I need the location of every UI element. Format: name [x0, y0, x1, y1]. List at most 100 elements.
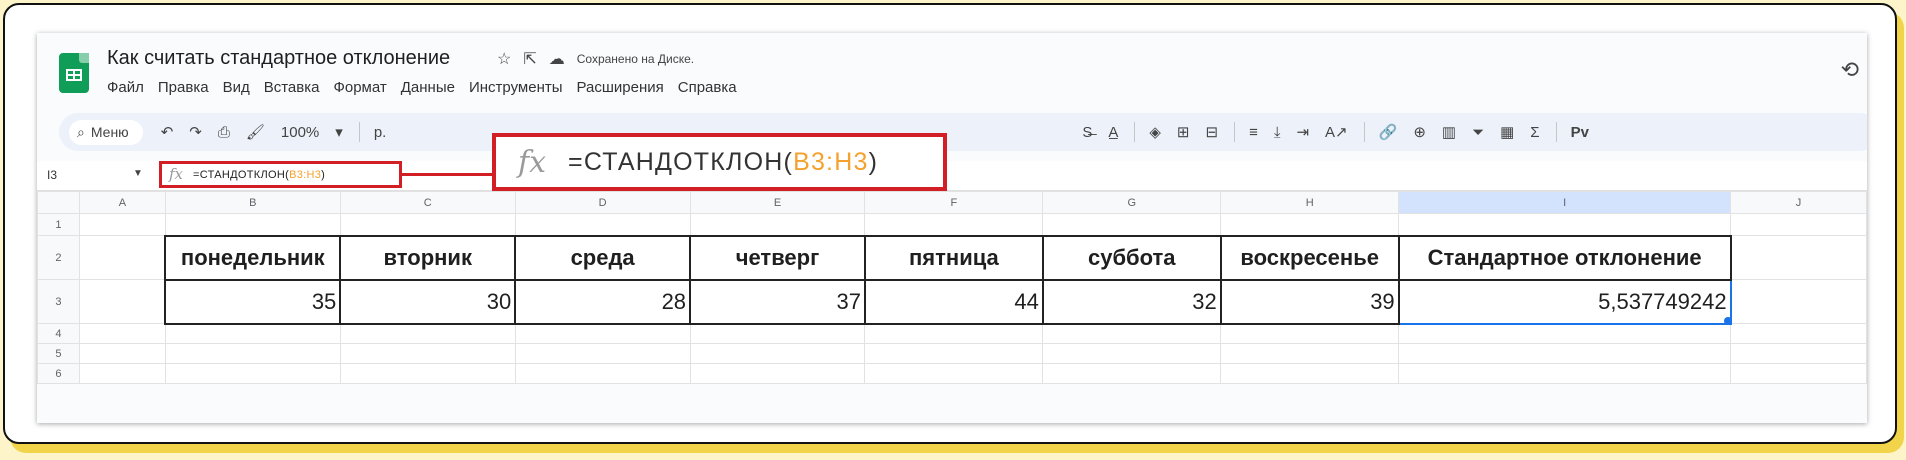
column-header[interactable]: A: [78, 191, 166, 214]
cell[interactable]: [1220, 323, 1400, 344]
row-header[interactable]: 5: [37, 343, 80, 364]
undo-icon[interactable]: ↶: [161, 123, 174, 141]
cell[interactable]: [689, 363, 866, 384]
column-header[interactable]: F: [864, 191, 1044, 214]
cell[interactable]: [864, 213, 1044, 236]
cell[interactable]: [164, 363, 341, 384]
column-header[interactable]: H: [1220, 191, 1400, 214]
cell[interactable]: [1398, 363, 1732, 384]
cell[interactable]: [1398, 213, 1732, 236]
menu-data[interactable]: Данные: [401, 79, 455, 96]
cell[interactable]: [514, 213, 691, 236]
row-header[interactable]: 6: [37, 363, 80, 384]
cell[interactable]: [78, 213, 166, 236]
header-cell-stdev[interactable]: Стандартное отклонение: [1397, 234, 1732, 281]
column-header[interactable]: C: [339, 191, 516, 214]
cell[interactable]: [1042, 213, 1222, 236]
column-header[interactable]: G: [1042, 191, 1222, 214]
cell[interactable]: [339, 363, 516, 384]
chevron-down-icon[interactable]: ▾: [335, 123, 343, 141]
cell[interactable]: [339, 323, 516, 344]
header-cell-wednesday[interactable]: среда: [514, 234, 692, 281]
borders-icon[interactable]: ⊞: [1177, 123, 1190, 141]
cell[interactable]: [1730, 213, 1867, 236]
value-cell-monday[interactable]: 35: [164, 278, 342, 325]
cell[interactable]: [1042, 343, 1222, 364]
text-rotation-icon[interactable]: A↗: [1325, 123, 1348, 141]
cell[interactable]: [1730, 235, 1867, 280]
column-header[interactable]: D: [514, 191, 691, 214]
header-cell-thursday[interactable]: четверг: [689, 234, 866, 281]
filter-icon[interactable]: ⏷: [1472, 124, 1484, 141]
filter-views-icon[interactable]: ▦: [1500, 123, 1514, 141]
star-icon[interactable]: ☆: [497, 49, 511, 69]
name-box[interactable]: I3: [47, 168, 57, 182]
cell[interactable]: [514, 323, 691, 344]
cell[interactable]: [78, 235, 166, 280]
column-header[interactable]: E: [689, 191, 866, 214]
cell[interactable]: [1730, 363, 1867, 384]
cell[interactable]: [78, 279, 166, 324]
value-cell-saturday[interactable]: 32: [1041, 278, 1222, 325]
column-header[interactable]: B: [164, 191, 341, 214]
cell[interactable]: [689, 323, 866, 344]
value-cell-tuesday[interactable]: 30: [339, 278, 517, 325]
active-cell-stdev[interactable]: 5,537749242: [1397, 278, 1732, 325]
cell[interactable]: [339, 343, 516, 364]
value-cell-sunday[interactable]: 39: [1219, 278, 1400, 325]
header-cell-saturday[interactable]: суббота: [1041, 234, 1222, 281]
cell[interactable]: [1220, 213, 1400, 236]
fill-color-icon[interactable]: ◈: [1149, 123, 1161, 141]
document-title[interactable]: Как считать стандартное отклонение: [107, 47, 450, 70]
cell[interactable]: [1398, 343, 1732, 364]
cell[interactable]: [864, 323, 1044, 344]
header-cell-monday[interactable]: понедельник: [164, 234, 342, 281]
cell[interactable]: [514, 363, 691, 384]
move-to-folder-icon[interactable]: ⇱: [523, 49, 536, 69]
menu-help[interactable]: Справка: [678, 79, 737, 96]
value-cell-thursday[interactable]: 37: [689, 278, 866, 325]
menu-format[interactable]: Формат: [333, 79, 386, 96]
text-color-icon[interactable]: A̲: [1108, 124, 1118, 141]
value-cell-friday[interactable]: 44: [863, 278, 1044, 325]
menu-edit[interactable]: Правка: [158, 79, 209, 96]
menu-extensions[interactable]: Расширения: [577, 79, 664, 96]
text-wrapping-icon[interactable]: ⇥: [1296, 123, 1309, 141]
cell[interactable]: [1730, 343, 1867, 364]
column-header[interactable]: J: [1730, 191, 1867, 214]
menu-insert[interactable]: Вставка: [264, 79, 320, 96]
chevron-down-icon[interactable]: ▼: [133, 168, 143, 179]
row-header[interactable]: 3: [37, 279, 80, 324]
cell[interactable]: [689, 213, 866, 236]
header-cell-friday[interactable]: пятница: [863, 234, 1044, 281]
vertical-align-icon[interactable]: ⤓: [1274, 124, 1281, 141]
menu-file[interactable]: Файл: [107, 79, 144, 96]
cell[interactable]: [78, 323, 166, 344]
menu-view[interactable]: Вид: [223, 79, 250, 96]
input-tools-button[interactable]: Pv: [1571, 124, 1589, 141]
header-cell-tuesday[interactable]: вторник: [339, 234, 517, 281]
cell[interactable]: [514, 343, 691, 364]
functions-icon[interactable]: Σ: [1530, 124, 1539, 141]
zoom-select[interactable]: 100%: [281, 124, 319, 141]
cell[interactable]: [164, 213, 341, 236]
redo-icon[interactable]: ↷: [189, 123, 202, 141]
fill-handle[interactable]: [1723, 316, 1729, 322]
row-header[interactable]: 1: [37, 213, 80, 236]
paint-format-icon[interactable]: 🖌: [246, 123, 265, 141]
cell[interactable]: [339, 213, 516, 236]
currency-format-button[interactable]: р.: [374, 124, 387, 141]
cell[interactable]: [1042, 323, 1222, 344]
cloud-saved-icon[interactable]: ☁: [549, 49, 565, 69]
header-cell-sunday[interactable]: воскресенье: [1219, 234, 1400, 281]
sheets-logo-icon[interactable]: [59, 53, 89, 93]
cell[interactable]: [78, 343, 166, 364]
cell[interactable]: [864, 363, 1044, 384]
column-header-selected[interactable]: I: [1398, 191, 1732, 214]
insert-comment-icon[interactable]: ⊕: [1413, 123, 1426, 141]
cell[interactable]: [864, 343, 1044, 364]
version-history-icon[interactable]: ⟲: [1841, 57, 1859, 83]
insert-chart-icon[interactable]: ▥: [1442, 123, 1456, 141]
cell[interactable]: [1398, 323, 1732, 344]
cell[interactable]: [164, 323, 341, 344]
